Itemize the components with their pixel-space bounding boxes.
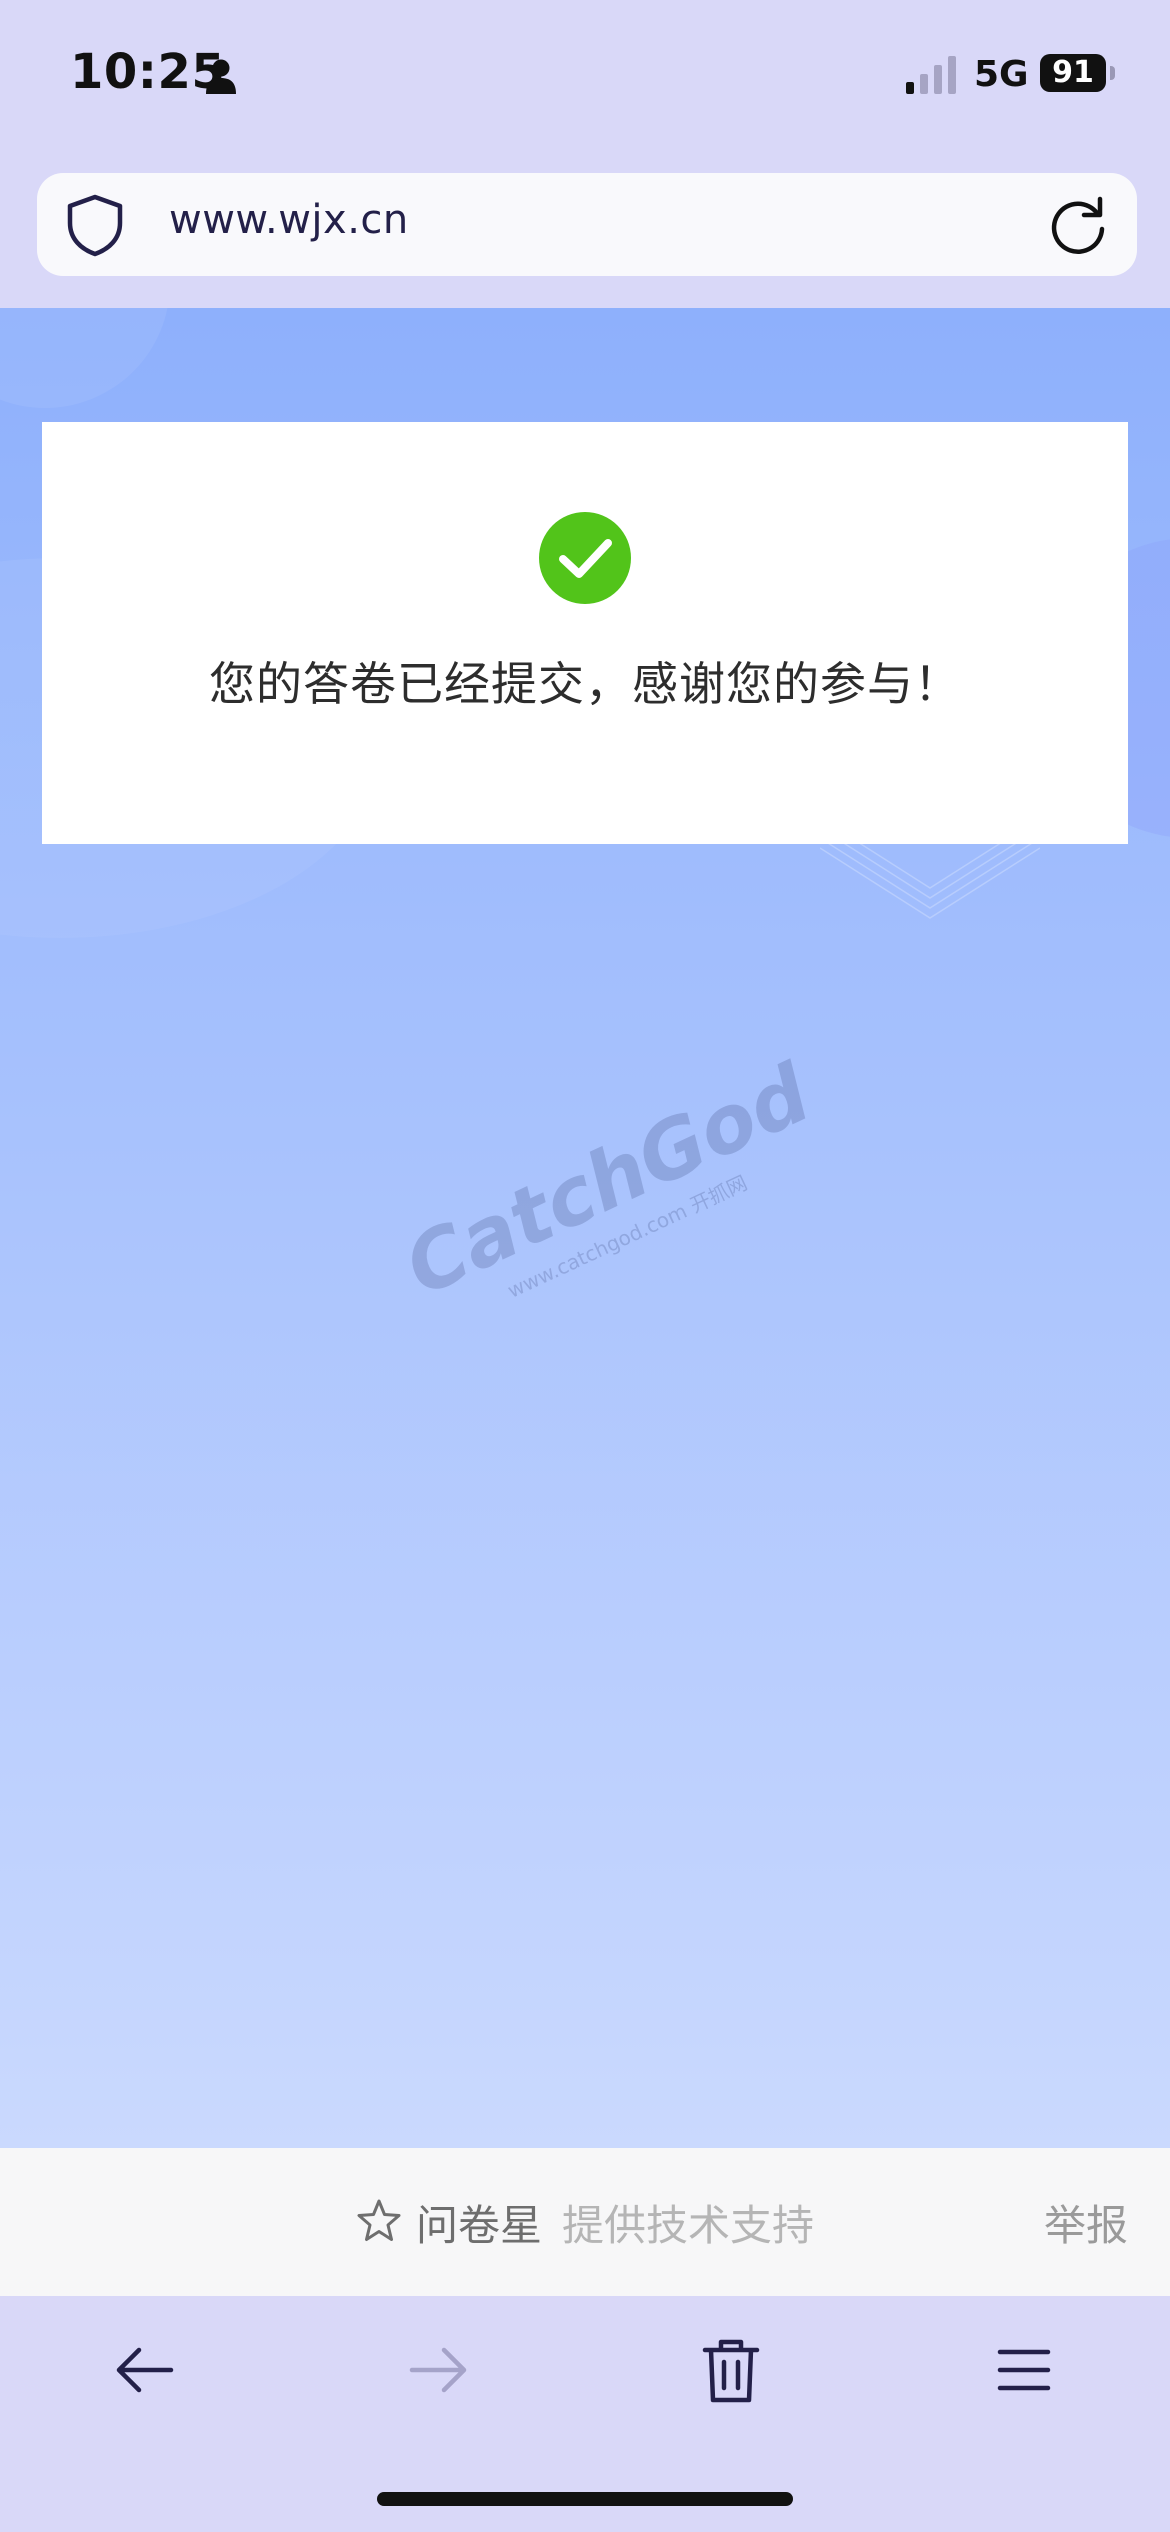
battery-nub [1110,66,1115,80]
back-button[interactable] [105,2330,185,2410]
brand-link[interactable]: 问卷星 [416,2192,542,2253]
trash-icon[interactable] [691,2330,771,2410]
person-icon [206,59,236,94]
page-content: 您的答卷已经提交，感谢您的参与！ CatchGod www.catchgod.c… [0,308,1170,2148]
clear-data-button[interactable] [691,2330,771,2410]
battery-level: 91 [1052,55,1094,90]
check-circle-icon [539,512,631,604]
battery-icon: 91 [1040,54,1106,92]
star-icon [357,2199,401,2241]
network-type: 5G [974,54,1029,95]
forward-button[interactable] [398,2330,478,2410]
home-indicator[interactable] [377,2492,793,2506]
page-footer: 问卷星 提供技术支持 举报 [0,2148,1170,2296]
background-decoration [0,308,170,408]
forward-arrow-icon[interactable] [398,2330,478,2410]
watermark-logo: CatchGod [391,1046,824,1314]
reload-icon[interactable] [1048,195,1108,255]
result-card: 您的答卷已经提交，感谢您的参与！ [42,422,1128,844]
status-time: 10:25 [70,44,226,100]
url-text[interactable]: www.wjx.cn [169,197,409,243]
browser-toolbar [0,2296,1170,2532]
shield-icon[interactable] [64,193,126,257]
tech-support-text: 提供技术支持 [562,2201,815,2250]
back-arrow-icon[interactable] [105,2330,185,2410]
address-bar[interactable]: www.wjx.cn [37,173,1137,276]
menu-icon[interactable] [984,2330,1064,2410]
signal-icon [906,56,956,94]
menu-button[interactable] [984,2330,1064,2410]
submission-success-message: 您的答卷已经提交，感谢您的参与！ [209,657,961,711]
report-link[interactable]: 举报 [1044,2192,1128,2253]
watermark: CatchGod www.catchgod.com 开抓网 [387,1047,824,1347]
status-bar: 10:25 5G 91 [0,0,1170,150]
